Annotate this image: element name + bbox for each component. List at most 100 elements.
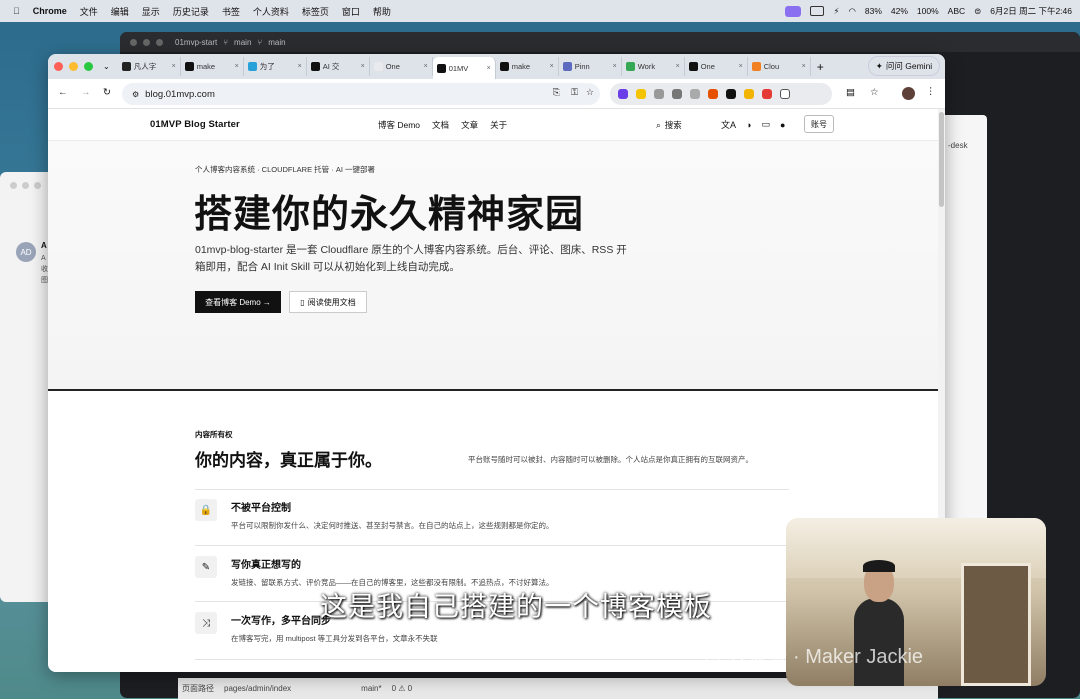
menu-file[interactable]: 文件 (80, 5, 98, 18)
control-center-icon[interactable]: ⊜ (974, 6, 981, 17)
extension-icon[interactable] (690, 89, 700, 99)
close-tab-icon[interactable]: × (550, 63, 554, 70)
address-bar[interactable]: ⚙ blog.01mvp.com ⎘ ⚿ ☆ (122, 83, 600, 105)
browser-tab[interactable]: make × (496, 57, 559, 76)
site-logo[interactable]: 01MVP Blog Starter (150, 119, 240, 130)
menu-tabs[interactable]: 标签页 (302, 5, 329, 18)
apple-icon[interactable]:  (13, 6, 20, 16)
install-icon[interactable]: ⎘ (553, 87, 560, 98)
minimize-dot[interactable] (143, 38, 150, 46)
battery-stat[interactable]: 100% (917, 6, 939, 16)
bolt-icon[interactable]: ⚡ (833, 6, 839, 17)
puzzle-icon[interactable] (780, 89, 790, 99)
menu-profiles[interactable]: 个人资料 (253, 5, 289, 18)
close-tab-icon[interactable]: × (739, 63, 743, 70)
site-search[interactable]: ⌕ 搜索 (656, 119, 682, 131)
extension-icon[interactable] (744, 89, 754, 99)
menu-app-name[interactable]: Chrome (33, 6, 67, 16)
palette-icon[interactable]: ◑ (746, 120, 751, 130)
close-tab-icon[interactable]: × (235, 63, 239, 70)
browser-tab[interactable]: One × (685, 57, 748, 76)
branch-status[interactable]: main* (361, 684, 381, 693)
input-method[interactable]: ABC (948, 6, 965, 16)
profile-avatar[interactable] (902, 87, 915, 100)
menu-window[interactable]: 窗口 (342, 5, 360, 18)
read-docs-button[interactable]: ▯ 阅读使用文档 (289, 291, 367, 313)
bookmark-star-icon[interactable]: ☆ (586, 87, 594, 98)
nav-blog-demo[interactable]: 博客 Demo (378, 119, 420, 131)
zoom-dot[interactable] (156, 38, 163, 46)
zoom-dot[interactable] (34, 182, 41, 189)
key-icon[interactable]: ⚿ (571, 87, 578, 98)
close-tab-icon[interactable]: × (802, 63, 806, 70)
zoom-window-button[interactable] (84, 62, 93, 71)
problems-count[interactable]: 0 ⚠ 0 (392, 684, 413, 693)
browser-tab[interactable]: Pinn × (559, 57, 622, 76)
github-icon[interactable]: ● (780, 120, 785, 130)
close-tab-icon[interactable]: × (676, 63, 680, 70)
close-dot[interactable] (130, 38, 137, 46)
feature-item: ✎ 写你真正想写的 发链接、留联系方式、评价竞品——在自己的博客里，这些都没有限… (195, 556, 554, 588)
reload-icon[interactable]: ↻ (103, 87, 111, 98)
extension-icon[interactable] (618, 89, 628, 99)
monitor-icon[interactable]: ▭ (761, 119, 770, 130)
close-tab-icon[interactable]: × (613, 63, 617, 70)
minimize-dot[interactable] (22, 182, 29, 189)
browser-tab[interactable]: 凡人字 × (118, 57, 181, 76)
menu-help[interactable]: 帮助 (373, 5, 391, 18)
close-tab-icon[interactable]: × (298, 63, 302, 70)
minimize-window-button[interactable] (69, 62, 78, 71)
extension-icon[interactable] (636, 89, 646, 99)
extension-icon[interactable] (672, 89, 682, 99)
reading-list-icon[interactable]: ▤ (846, 87, 855, 98)
url-text[interactable]: blog.01mvp.com (145, 89, 215, 100)
nav-docs[interactable]: 文档 (432, 119, 449, 131)
close-tab-icon[interactable]: × (172, 63, 176, 70)
header-icons: 文A ◑ ▭ ● (721, 118, 785, 131)
menu-edit[interactable]: 编辑 (111, 5, 129, 18)
browser-tab[interactable]: Work × (622, 57, 685, 76)
close-tab-icon[interactable]: × (424, 63, 428, 70)
back-icon[interactable]: ← (58, 87, 68, 98)
avatar[interactable]: AD (16, 242, 36, 262)
extension-icon[interactable] (726, 89, 736, 99)
extension-icon[interactable] (708, 89, 718, 99)
new-tab-button[interactable]: + (817, 60, 824, 74)
browser-tab[interactable]: AI 交 × (307, 57, 370, 76)
clock[interactable]: 6月2日 周二 下午2:46 (990, 5, 1072, 17)
browser-tab[interactable]: 01MV × (432, 57, 496, 79)
menu-view[interactable]: 显示 (142, 5, 160, 18)
nav-articles[interactable]: 文章 (461, 119, 478, 131)
close-tab-icon[interactable]: × (361, 63, 365, 70)
view-demo-button[interactable]: 查看博客 Demo → (195, 291, 281, 313)
bookmark-icon[interactable]: ☆ (870, 87, 879, 98)
menu-kebab-icon[interactable]: ⋮ (926, 86, 936, 97)
menu-history[interactable]: 历史记录 (173, 5, 209, 18)
screen-record-icon[interactable] (785, 5, 802, 17)
adblock-icon[interactable] (762, 89, 772, 99)
close-dot[interactable] (10, 182, 17, 189)
nav-about[interactable]: 关于 (490, 119, 507, 131)
translate-icon[interactable]: 文A (721, 118, 736, 131)
extension-icon[interactable] (654, 89, 664, 99)
browser-tab[interactable]: 为了 × (244, 57, 307, 76)
close-tab-icon[interactable]: × (487, 65, 491, 72)
browser-tab[interactable]: One × (370, 57, 433, 76)
section-divider (48, 389, 938, 391)
forward-icon[interactable]: → (81, 87, 91, 98)
ask-gemini-button[interactable]: ✦ 问问 Gemini (868, 56, 940, 76)
browser-tab[interactable]: make × (181, 57, 244, 76)
menu-bookmarks[interactable]: 书签 (222, 5, 240, 18)
site-info-icon[interactable]: ⚙ (132, 90, 139, 99)
tab-title: 01MV (448, 63, 469, 73)
display-icon[interactable] (810, 6, 825, 16)
wifi-icon[interactable]: ◠ (848, 6, 855, 17)
scrollbar-thumb[interactable] (939, 112, 944, 207)
editor-tab[interactable]: 01mvp-start (175, 38, 217, 47)
account-button[interactable]: 账号 (804, 115, 834, 133)
path-value[interactable]: pages/admin/index (224, 684, 291, 693)
close-window-button[interactable] (54, 62, 63, 71)
tab-search-icon[interactable]: ⌄ (103, 62, 110, 71)
browser-tab[interactable]: Clou × (748, 57, 811, 76)
tab-title: Pinn (574, 62, 590, 71)
